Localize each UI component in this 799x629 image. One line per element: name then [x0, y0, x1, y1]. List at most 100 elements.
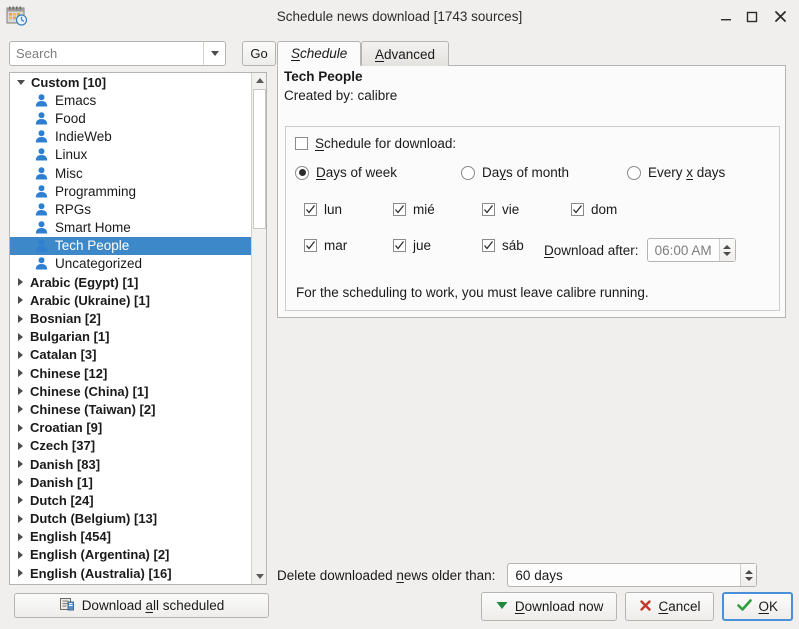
chevron-down-icon[interactable]: [203, 42, 225, 65]
weekday-label: vie: [502, 202, 520, 217]
checkbox-box: [393, 239, 406, 252]
tree-group-row[interactable]: Czech [37]: [10, 437, 251, 455]
tree-item-row[interactable]: Programming: [10, 182, 251, 200]
tree-group-row[interactable]: English (Australia) [16]: [10, 564, 251, 582]
tree-item-row[interactable]: RPGs: [10, 200, 251, 218]
tree-item-row[interactable]: Linux: [10, 146, 251, 164]
tree-group-row[interactable]: Bulgarian [1]: [10, 328, 251, 346]
scrollbar-thumb[interactable]: [253, 89, 266, 229]
tree-row-label: Tech People: [55, 238, 130, 254]
tree-item-row[interactable]: Tech People: [10, 236, 251, 255]
spinner-up-icon[interactable]: [744, 569, 753, 574]
person-icon: [34, 202, 49, 217]
chevron-down-icon[interactable]: [17, 79, 25, 85]
chevron-right-icon[interactable]: [18, 405, 23, 414]
sources-tree[interactable]: Custom [10] Emacs Food IndieWeb Linux Misc Pro…: [9, 72, 267, 585]
tree-item-row[interactable]: Food: [10, 109, 251, 127]
chevron-right-icon[interactable]: [18, 496, 23, 505]
tree-group-row[interactable]: Arabic (Ukraine) [1]: [10, 291, 251, 309]
schedule-for-download-checkbox[interactable]: Schedule for download:: [295, 136, 456, 151]
chevron-right-icon[interactable]: [18, 332, 23, 341]
spinner-buttons[interactable]: [740, 564, 757, 586]
chevron-right-icon[interactable]: [18, 369, 23, 378]
tree-item-row[interactable]: Smart Home: [10, 219, 251, 237]
tree-group-row[interactable]: Arabic (Egypt) [1]: [10, 273, 251, 291]
tree-group-row[interactable]: Dutch [24]: [10, 491, 251, 509]
download-all-scheduled-button[interactable]: Download all scheduled: [14, 593, 269, 618]
tree-group-row[interactable]: Custom [10]: [10, 73, 251, 91]
chevron-right-icon[interactable]: [18, 441, 23, 450]
chevron-right-icon[interactable]: [18, 569, 23, 578]
weekday-label: sáb: [502, 238, 524, 253]
tree-group-row[interactable]: Bosnian [2]: [10, 309, 251, 327]
radio-days-of-week[interactable]: Days of week: [295, 165, 397, 180]
spinner-down-icon[interactable]: [744, 576, 753, 581]
scroll-up-icon[interactable]: [252, 73, 266, 88]
tab-advanced[interactable]: Advanced: [361, 41, 450, 66]
cancel-button[interactable]: Cancel: [625, 592, 715, 621]
search-combobox[interactable]: [9, 41, 226, 66]
weekday-checkbox-mar[interactable]: mar: [304, 238, 347, 253]
search-input[interactable]: [10, 42, 203, 65]
download-after-time-spinbox[interactable]: 06:00 AM: [646, 238, 736, 262]
scroll-down-icon[interactable]: [252, 569, 266, 584]
radio-days-of-month[interactable]: Days of month: [461, 165, 569, 180]
chevron-right-icon[interactable]: [18, 423, 23, 432]
tree-row-label: English [454]: [30, 529, 111, 545]
chevron-right-icon[interactable]: [18, 514, 23, 523]
radio-box: [295, 165, 309, 180]
tree-group-row[interactable]: Chinese [12]: [10, 364, 251, 382]
window-title: Schedule news download [1743 sources]: [276, 9, 523, 24]
download-now-label: Download now: [514, 599, 604, 614]
tree-group-row[interactable]: Chinese (Taiwan) [2]: [10, 400, 251, 418]
radio-days-of-month-label: Days of month: [482, 165, 570, 180]
minimize-icon[interactable]: [713, 0, 739, 33]
radio-every-x-days-label: Every x days: [648, 165, 726, 180]
weekday-checkbox-sab[interactable]: sáb: [482, 238, 524, 253]
download-now-button[interactable]: Download now: [480, 592, 618, 621]
chevron-right-icon[interactable]: [18, 350, 23, 359]
tree-scrollbar[interactable]: [251, 73, 266, 584]
spinner-buttons[interactable]: [718, 239, 735, 261]
tree-group-row[interactable]: English (Argentina) [2]: [10, 546, 251, 564]
person-icon: [34, 256, 49, 271]
chevron-right-icon[interactable]: [18, 460, 23, 469]
go-button[interactable]: Go: [242, 41, 276, 66]
chevron-right-icon[interactable]: [18, 550, 23, 559]
maximize-icon[interactable]: [739, 0, 765, 33]
chevron-right-icon[interactable]: [18, 478, 23, 487]
weekday-checkbox-mie[interactable]: mié: [393, 202, 435, 217]
tree-group-row[interactable]: Danish [1]: [10, 473, 251, 491]
weekday-checkbox-jue[interactable]: jue: [393, 238, 431, 253]
chevron-right-icon[interactable]: [18, 278, 23, 287]
tree-item-row[interactable]: Emacs: [10, 91, 251, 109]
tree-item-row[interactable]: IndieWeb: [10, 128, 251, 146]
tree-group-row[interactable]: Croatian [9]: [10, 419, 251, 437]
tree-item-row[interactable]: Uncategorized: [10, 255, 251, 273]
chevron-right-icon[interactable]: [18, 387, 23, 396]
weekday-checkbox-dom[interactable]: dom: [571, 202, 617, 217]
ok-button[interactable]: OK: [722, 592, 793, 621]
spinner-up-icon[interactable]: [723, 244, 732, 249]
tree-group-row[interactable]: English [454]: [10, 528, 251, 546]
weekday-checkbox-lun[interactable]: lun: [304, 202, 342, 217]
weekday-checkbox-vie[interactable]: vie: [482, 202, 519, 217]
close-icon[interactable]: [767, 0, 793, 33]
tree-group-row[interactable]: Dutch (Belgium) [13]: [10, 510, 251, 528]
spinner-down-icon[interactable]: [723, 251, 732, 256]
person-icon: [34, 184, 49, 199]
radio-every-x-days[interactable]: Every x days: [627, 165, 725, 180]
search-row: Go: [9, 41, 276, 66]
tab-schedule[interactable]: Schedule: [277, 41, 362, 66]
tree-row-label: Catalan [3]: [30, 347, 97, 363]
tree-row-label: Chinese (China) [1]: [30, 383, 149, 399]
chevron-right-icon[interactable]: [18, 532, 23, 541]
sources-tree-list[interactable]: Custom [10] Emacs Food IndieWeb Linux Misc Pro…: [10, 73, 251, 584]
chevron-right-icon[interactable]: [18, 314, 23, 323]
tree-group-row[interactable]: Catalan [3]: [10, 346, 251, 364]
tree-group-row[interactable]: Danish [83]: [10, 455, 251, 473]
tree-item-row[interactable]: Misc: [10, 164, 251, 182]
chevron-right-icon[interactable]: [18, 296, 23, 305]
delete-old-news-spinbox[interactable]: 60 days: [507, 563, 758, 587]
tree-group-row[interactable]: Chinese (China) [1]: [10, 382, 251, 400]
